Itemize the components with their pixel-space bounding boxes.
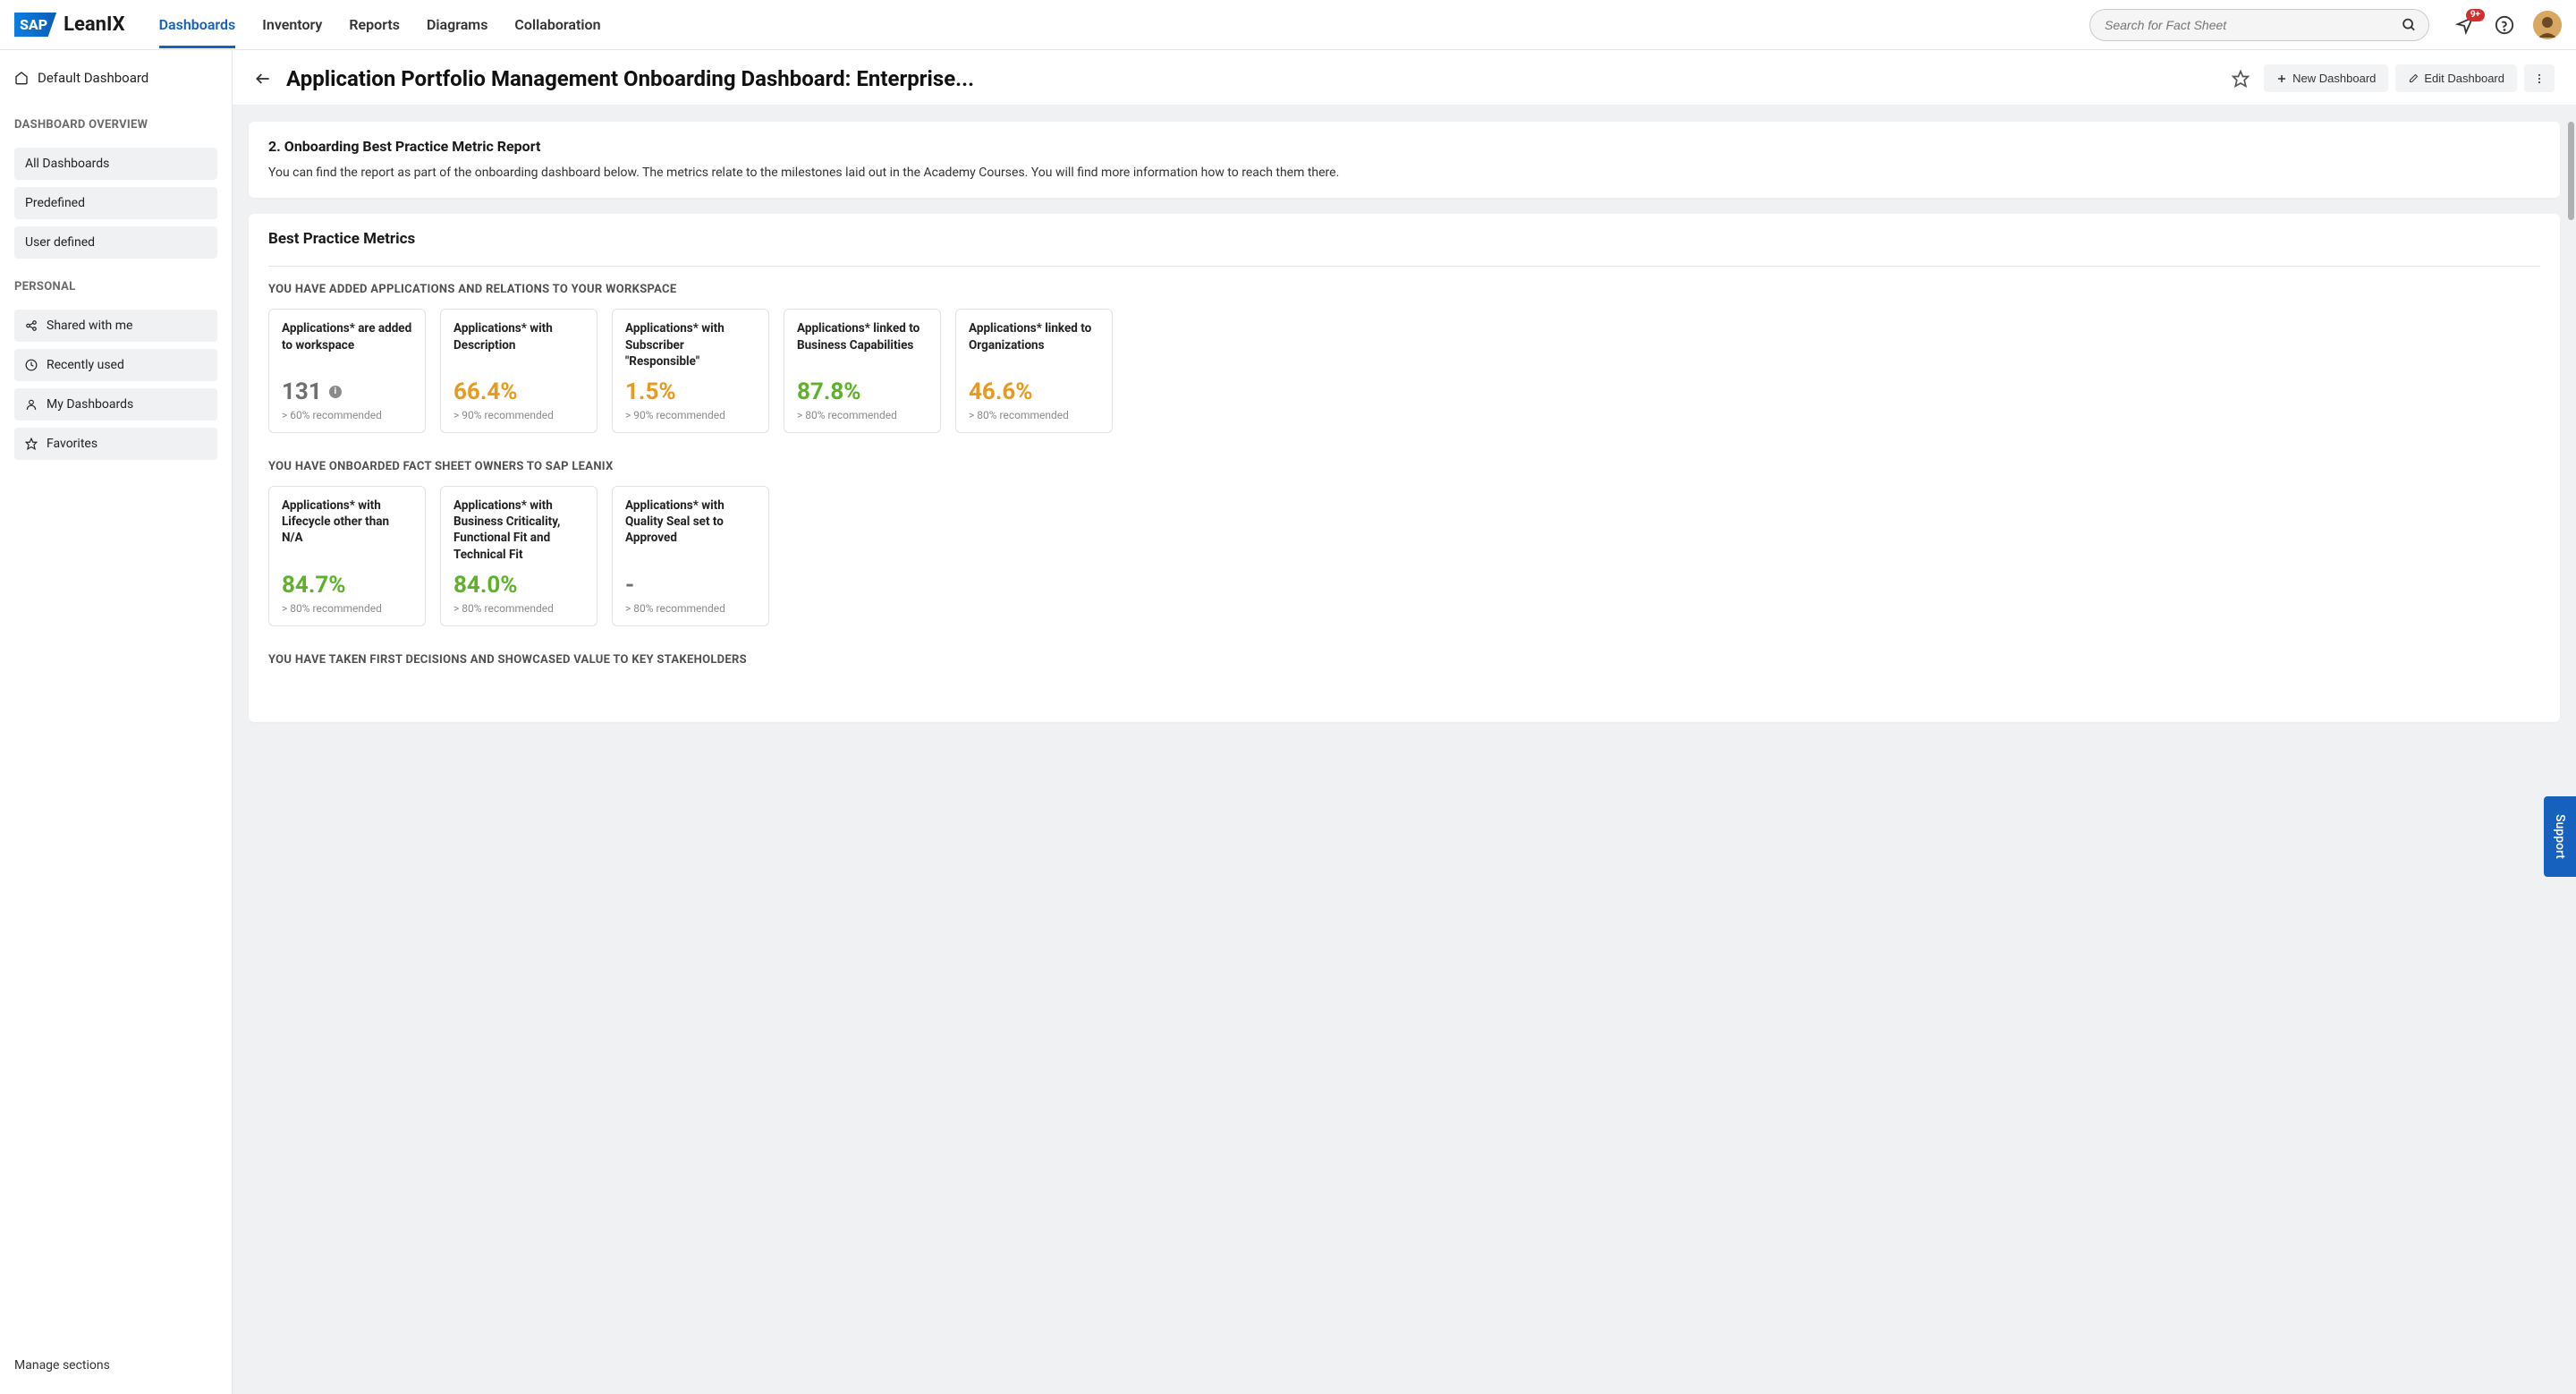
default-dashboard-label: Default Dashboard — [38, 70, 148, 86]
sidebar: Default Dashboard DASHBOARD OVERVIEW All… — [0, 50, 233, 1394]
tile-subtext: > 80% recommended — [797, 409, 928, 421]
content-scroll[interactable]: 2. Onboarding Best Practice Metric Repor… — [233, 106, 2576, 1394]
search-icon[interactable] — [2402, 17, 2417, 32]
tile-value: 131 — [282, 378, 322, 405]
leanix-text: LeanIX — [64, 13, 124, 36]
home-icon — [14, 71, 29, 85]
tile-value: 84.0% — [453, 572, 518, 599]
sidebar-predefined[interactable]: Predefined — [14, 187, 217, 219]
metric-tile[interactable]: Applications* with Lifecycle other than … — [268, 486, 426, 626]
tile-title: Applications* with Subscriber "Responsib… — [625, 320, 756, 370]
default-dashboard-link[interactable]: Default Dashboard — [14, 64, 217, 97]
metric-tile[interactable]: Applications* linked to Business Capabil… — [784, 309, 941, 433]
page-header: Application Portfolio Management Onboard… — [233, 50, 2576, 106]
tile-value: 87.8% — [797, 378, 861, 405]
support-tab[interactable]: Support — [2544, 796, 2576, 877]
info-icon[interactable]: i — [329, 386, 342, 398]
tiles-row: Applications* with Lifecycle other than … — [268, 486, 2540, 626]
metrics-section-label: YOU HAVE ONBOARDED FACT SHEET OWNERS TO … — [268, 460, 2540, 473]
notifications-badge: 9+ — [2466, 9, 2485, 21]
tile-subtext: > 80% recommended — [625, 602, 756, 615]
star-icon — [25, 438, 38, 450]
metric-tile[interactable]: Applications* with Business Criticality,… — [440, 486, 597, 626]
tile-value: 1.5% — [625, 378, 676, 405]
sidebar-my-dashboards[interactable]: My Dashboards — [14, 388, 217, 421]
metric-tile[interactable]: Applications* with Subscriber "Responsib… — [612, 309, 769, 433]
intro-body: You can find the report as part of the o… — [268, 164, 2540, 182]
top-nav: Dashboards Inventory Reports Diagrams Co… — [159, 2, 601, 48]
tile-subtext: > 80% recommended — [969, 409, 1099, 421]
tile-value: 66.4% — [453, 378, 518, 405]
tile-subtext: > 90% recommended — [625, 409, 756, 421]
user-icon — [25, 398, 38, 411]
metrics-card: Best Practice Metrics YOU HAVE ADDED APP… — [249, 214, 2560, 722]
intro-card: 2. Onboarding Best Practice Metric Repor… — [249, 122, 2560, 198]
sidebar-favorites[interactable]: Favorites — [14, 428, 217, 460]
sap-badge: SAP — [14, 13, 56, 37]
tiles-row: Applications* are added to workspace 131 i… — [268, 309, 2540, 433]
search-wrap — [2089, 9, 2429, 41]
tile-value: 46.6% — [969, 378, 1033, 405]
metric-tile[interactable]: Applications* with Description 66.4% > 90%… — [440, 309, 597, 433]
more-button[interactable] — [2524, 64, 2555, 92]
topbar: SAP LeanIX Dashboards Inventory Reports … — [0, 0, 2576, 50]
nav-collaboration[interactable]: Collaboration — [514, 2, 600, 48]
metric-tile[interactable]: Applications* linked to Organizations 46.… — [955, 309, 1113, 433]
topbar-icons: 9+ — [2454, 11, 2562, 39]
avatar[interactable] — [2533, 11, 2562, 39]
help-icon[interactable] — [2494, 14, 2515, 36]
sidebar-all-dashboards[interactable]: All Dashboards — [14, 148, 217, 180]
metrics-section-label: YOU HAVE ADDED APPLICATIONS AND RELATION… — [268, 283, 2540, 296]
tile-subtext: > 80% recommended — [453, 602, 584, 615]
main: Application Portfolio Management Onboard… — [233, 50, 2576, 1394]
nav-dashboards[interactable]: Dashboards — [159, 2, 236, 48]
pencil-icon — [2408, 73, 2419, 84]
sidebar-recently-used[interactable]: Recently used — [14, 349, 217, 381]
arrow-left-icon — [254, 70, 272, 88]
tile-title: Applications* linked to Organizations — [969, 320, 1099, 353]
back-button[interactable] — [254, 70, 272, 88]
tile-value: - — [625, 572, 634, 599]
nav-diagrams[interactable]: Diagrams — [427, 2, 487, 48]
overview-section-title: DASHBOARD OVERVIEW — [14, 118, 217, 132]
metrics-section-label: YOU HAVE TAKEN FIRST DECISIONS AND SHOWC… — [268, 653, 2540, 667]
new-dashboard-button[interactable]: New Dashboard — [2264, 64, 2388, 92]
nav-inventory[interactable]: Inventory — [262, 2, 322, 48]
intro-title: 2. Onboarding Best Practice Metric Repor… — [268, 138, 2540, 155]
sidebar-user-defined[interactable]: User defined — [14, 226, 217, 259]
plus-icon — [2276, 73, 2287, 84]
search-input[interactable] — [2089, 9, 2429, 41]
star-outline-icon — [2232, 70, 2250, 88]
tile-title: Applications* with Lifecycle other than … — [282, 497, 412, 547]
tile-title: Applications* linked to Business Capabil… — [797, 320, 928, 353]
edit-dashboard-button[interactable]: Edit Dashboard — [2395, 64, 2517, 92]
manage-sections-link[interactable]: Manage sections — [14, 1351, 217, 1380]
tile-title: Applications* with Business Criticality,… — [453, 497, 584, 563]
tile-title: Applications* with Description — [453, 320, 584, 353]
page-title: Application Portfolio Management Onboard… — [286, 66, 2217, 91]
tile-subtext: > 60% recommended — [282, 409, 412, 421]
favorite-button[interactable] — [2232, 70, 2250, 88]
nav-reports[interactable]: Reports — [349, 2, 400, 48]
divider — [268, 266, 2540, 267]
share-icon — [25, 319, 38, 332]
tile-subtext: > 90% recommended — [453, 409, 584, 421]
tile-title: Applications* with Quality Seal set to A… — [625, 497, 756, 547]
personal-section-title: PERSONAL — [14, 280, 217, 293]
notifications-icon[interactable]: 9+ — [2454, 14, 2476, 36]
metric-tile[interactable]: Applications* are added to workspace 131 i… — [268, 309, 426, 433]
dots-vertical-icon — [2533, 72, 2546, 85]
tile-subtext: > 80% recommended — [282, 602, 412, 615]
tile-value: 84.7% — [282, 572, 346, 599]
metrics-heading: Best Practice Metrics — [268, 230, 2540, 248]
scrollbar-thumb[interactable] — [2568, 122, 2574, 220]
tile-title: Applications* are added to workspace — [282, 320, 412, 353]
sidebar-shared-with-me[interactable]: Shared with me — [14, 310, 217, 342]
logo[interactable]: SAP LeanIX — [14, 13, 125, 37]
clock-icon — [25, 359, 38, 371]
metric-tile[interactable]: Applications* with Quality Seal set to A… — [612, 486, 769, 626]
